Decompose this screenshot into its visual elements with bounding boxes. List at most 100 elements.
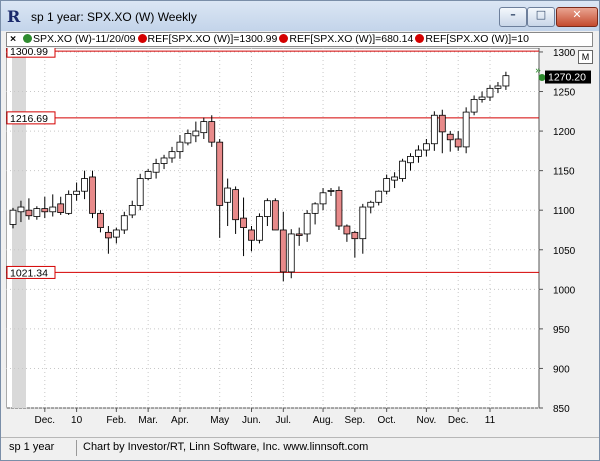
candle-body[interactable] [343,225,351,235]
candle-body[interactable] [160,157,168,164]
candle-body[interactable] [136,178,144,206]
candle-body[interactable] [383,178,391,192]
candle-body[interactable] [486,87,494,98]
y-tick-label: 950 [553,325,570,336]
price-chart[interactable]: 850 900 950 1000 1050 1100 1150 1200 1250 1300 Dec… [5,44,592,433]
x-tick-label: Dec. [448,415,469,426]
candle-body[interactable] [311,203,319,214]
candle-body[interactable] [407,155,414,164]
menu-m-button[interactable]: M [578,50,593,64]
legend-item-label: REF[SPX.XO (W)]=1300.99 [147,33,278,45]
candle-body[interactable] [216,141,224,206]
candle-body[interactable] [240,217,247,229]
candle-body[interactable] [494,85,502,89]
last-price-dot-icon [538,74,546,82]
candle-body[interactable] [502,75,510,87]
app-logo-icon: R [7,7,21,26]
candle-body[interactable] [65,193,73,214]
maximize-icon: □ [535,8,547,21]
candle-body[interactable] [375,190,383,203]
chart-area[interactable]: 850 900 950 1000 1050 1100 1150 1200 1250 1300 Dec… [5,44,592,433]
legend-close-icon[interactable]: × [10,33,16,46]
candle-body[interactable] [152,163,160,173]
x-tick-label: Nov. [416,415,436,426]
candle-body[interactable] [256,216,263,241]
close-button[interactable]: ✕ [556,7,598,27]
legend-item-label: REF[SPX.XO (W)]=10 [425,33,529,45]
legend-item[interactable]: REF[SPX.XO (W)]=10 [415,33,529,45]
window-title: sp 1 year: SPX.XO (W) Weekly [31,10,197,24]
reference-line-label: 1300.99 [10,48,48,58]
candle-body[interactable] [367,201,375,208]
candle-body[interactable] [200,121,208,134]
title-bar[interactable]: R sp 1 year: SPX.XO (W) Weekly – □ ✕ [1,1,599,31]
minimize-button[interactable]: – [499,7,527,27]
candle-body[interactable] [81,178,88,192]
candle-body[interactable] [303,212,311,235]
candle-body[interactable] [49,206,57,213]
candle-body[interactable] [97,212,104,229]
candle-body[interactable] [120,215,128,231]
x-tick-label: May [210,415,229,426]
y-tick-label: 900 [553,364,570,375]
candle-body[interactable] [176,141,184,153]
candle-body[interactable] [422,143,430,151]
candle-body[interactable] [430,114,438,145]
candle-body[interactable] [128,205,136,216]
minimize-icon: – [510,8,516,21]
candle-body[interactable] [73,190,80,195]
x-tick-label: Apr. [171,415,189,426]
candle-body[interactable] [57,203,65,213]
candle-body[interactable] [454,138,462,148]
candle-body[interactable] [224,187,232,203]
candle-body[interactable] [263,200,271,217]
candle-body[interactable] [248,229,255,241]
candle-body[interactable] [359,206,367,240]
legend-item[interactable]: REF[SPX.XO (W)]=1300.99 [137,33,278,45]
candle-body[interactable] [462,111,470,148]
candle-body[interactable] [144,171,152,179]
chart-window: R sp 1 year: SPX.XO (W) Weekly – □ ✕ × S… [0,0,600,461]
candle-body[interactable] [446,133,454,141]
candle-body[interactable] [279,229,287,273]
candle-body[interactable] [105,231,112,239]
candle-body[interactable] [33,208,41,217]
candle-body[interactable] [25,209,33,217]
maximize-button[interactable]: □ [527,7,555,27]
x-tick-label: Aug. [313,415,334,426]
candle-body[interactable] [232,189,240,221]
y-tick-label: 1050 [553,246,576,257]
red-dot-icon [279,34,289,43]
candle-body[interactable] [327,190,335,192]
candle-body[interactable] [89,176,96,214]
candle-body[interactable] [17,206,25,213]
candle-body[interactable] [192,130,200,137]
candle-body[interactable] [9,209,17,225]
candle-body[interactable] [168,151,176,159]
candle-body[interactable] [438,114,446,133]
candle-body[interactable] [184,133,192,144]
indicator-legend: × SPX.XO (W)-11/20/09 REF[SPX.XO (W)]=130… [6,32,593,47]
candle-body[interactable] [351,231,359,240]
green-dot-icon [23,34,32,43]
candle-body[interactable] [208,121,216,143]
x-tick-label: Feb. [106,415,126,426]
legend-items: SPX.XO (W)-11/20/09 REF[SPX.XO (W)]=1300.… [23,33,531,46]
candle-body[interactable] [470,99,478,113]
candle-body[interactable] [399,160,406,179]
candle-body[interactable] [335,190,343,227]
candle-body[interactable] [478,96,486,100]
candle-body[interactable] [295,233,303,236]
candle-body[interactable] [319,192,327,205]
candle-body[interactable] [112,229,120,238]
candle-body[interactable] [271,200,279,231]
candle-body[interactable] [41,208,49,213]
candle-body[interactable] [287,233,295,273]
legend-item-label: REF[SPX.XO (W)]=680.14 [289,33,414,45]
red-dot-icon [137,34,147,43]
legend-item[interactable]: SPX.XO (W)-11/20/09 [23,33,136,45]
candle-body[interactable] [415,149,422,157]
legend-item[interactable]: REF[SPX.XO (W)]=680.14 [279,33,413,45]
candle-body[interactable] [391,176,399,181]
reference-line-label: 1021.34 [10,267,48,279]
